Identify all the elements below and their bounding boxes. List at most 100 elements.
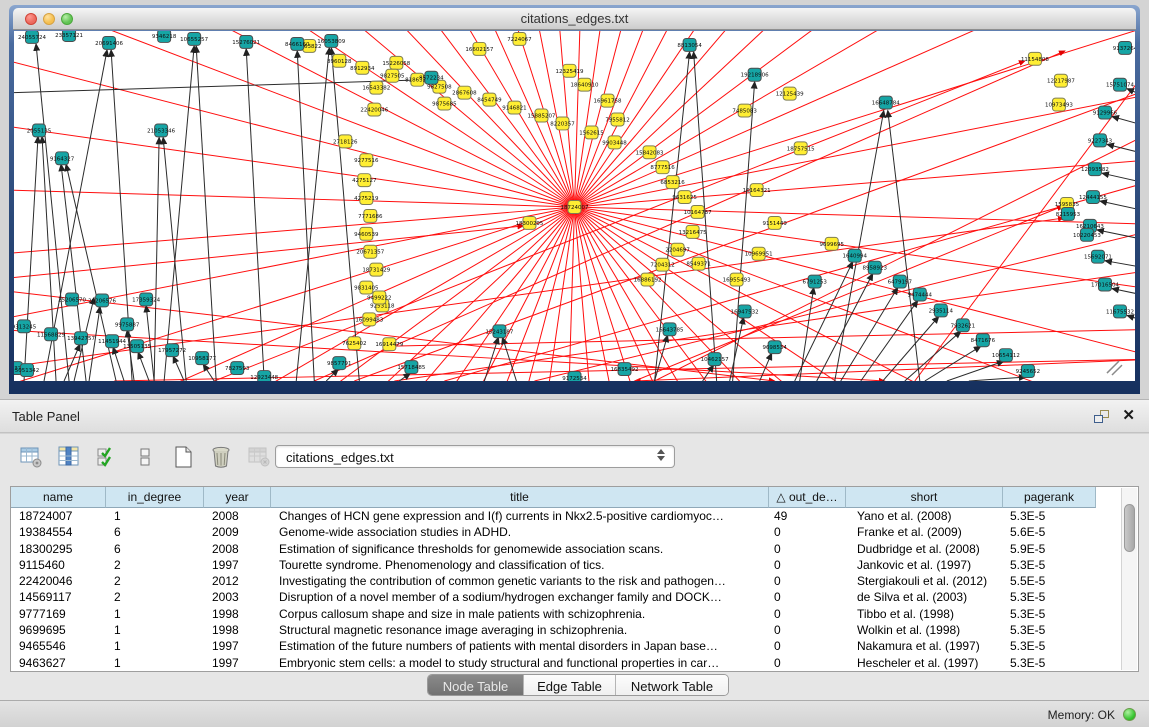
graph-node[interactable]: 19218906	[741, 68, 769, 81]
table-cell[interactable]: 0	[769, 573, 846, 589]
graph-node[interactable]: 10654112	[992, 349, 1020, 362]
table-select-dropdown[interactable]: citations_edges.txt	[275, 445, 675, 468]
graph-node[interactable]: 10655257	[180, 32, 208, 45]
table-cell[interactable]: 5.3E-5	[1003, 638, 1096, 654]
graph-node[interactable]: 6791253	[802, 275, 827, 288]
table-cell[interactable]: Embryonic stem cells: a model to study s…	[271, 655, 769, 671]
column-header-in-degree[interactable]: in_degree	[106, 487, 204, 508]
table-cell[interactable]: 0	[769, 589, 846, 605]
memory-ok-indicator[interactable]	[1123, 708, 1136, 721]
vertical-scrollbar[interactable]	[1121, 488, 1137, 670]
table-cell[interactable]: 1	[106, 606, 204, 622]
table-cell[interactable]: 0	[769, 557, 846, 573]
table-cell[interactable]: 1997	[204, 557, 271, 573]
table-cell[interactable]: 49	[769, 508, 846, 524]
graph-node[interactable]: 9699695	[820, 237, 844, 250]
graph-node[interactable]: 6853216	[660, 176, 685, 189]
table-row[interactable]: 1872400712008Changes of HCN gene express…	[11, 508, 1120, 524]
table-row[interactable]: 2242004622012Investigating the contribut…	[11, 573, 1120, 589]
graph-node[interactable]: 10462157	[701, 353, 729, 366]
graph-node[interactable]: 7827593	[225, 362, 250, 375]
graph-node[interactable]: 18731429	[362, 263, 390, 276]
tab-edge-table[interactable]: Edge Table	[524, 675, 616, 696]
graph-node[interactable]: 8471676	[971, 334, 996, 347]
apply-checks-icon[interactable]	[94, 444, 120, 470]
table-row[interactable]: 1830029562008Estimation of significance …	[11, 541, 1120, 557]
table-cell[interactable]: 5.3E-5	[1003, 589, 1096, 605]
table-cell[interactable]: Jankovic et al. (1997)	[846, 557, 1003, 573]
table-cell[interactable]: de Silva et al. (2003)	[846, 589, 1003, 605]
table-cell[interactable]: 19384554	[11, 524, 106, 540]
tab-node-table[interactable]: Node Table	[428, 675, 524, 696]
table-cell[interactable]: 1998	[204, 606, 271, 622]
graph-node[interactable]: 16955493	[723, 273, 751, 286]
graph-node[interactable]: 9975887	[115, 318, 140, 331]
graph-node[interactable]: 11568829	[37, 328, 65, 341]
table-cell[interactable]: 18724007	[11, 508, 106, 524]
graph-node[interactable]: 12125439	[776, 87, 804, 100]
table-cell[interactable]: 1	[106, 638, 204, 654]
graph-node[interactable]: 12217987	[1047, 74, 1075, 87]
table-cell[interactable]: 1	[106, 655, 204, 671]
table-cell[interactable]: Changes of HCN gene expression and I(f) …	[271, 508, 769, 524]
column-select-icon[interactable]	[56, 444, 82, 470]
table-cell[interactable]: 0	[769, 524, 846, 540]
table-row[interactable]: 969969511998Structural magnetic resonanc…	[11, 622, 1120, 638]
graph-node[interactable]: 7625402	[342, 337, 366, 350]
graph-node[interactable]: 9151449	[762, 216, 787, 229]
table-cell[interactable]: 2008	[204, 541, 271, 557]
table-cell[interactable]: 5.3E-5	[1003, 622, 1096, 638]
graph-node[interactable]: 15276021	[232, 35, 260, 48]
graph-node[interactable]: 10969951	[745, 247, 773, 260]
graph-node[interactable]: 12325419	[556, 64, 584, 77]
table-cell[interactable]: 0	[769, 638, 846, 654]
table-cell[interactable]: 6	[106, 524, 204, 540]
network-canvas[interactable]: 9463822896012889129341522605898275058186…	[14, 31, 1135, 381]
graph-node[interactable]: 7932621	[951, 319, 975, 332]
table-cell[interactable]: 5.3E-5	[1003, 655, 1096, 671]
graph-node[interactable]: 7485083	[732, 104, 757, 117]
table-cell[interactable]: Genome-wide association studies in ADHD.	[271, 524, 769, 540]
table-cell[interactable]: Tibbo et al. (1998)	[846, 606, 1003, 622]
column-header-out-degree[interactable]: △ out_de…	[769, 487, 846, 508]
table-row[interactable]: 1456911722003Disruption of a novel membe…	[11, 589, 1120, 605]
table-cell[interactable]: 5.5E-5	[1003, 573, 1096, 589]
graph-node[interactable]: 20691406	[95, 36, 123, 49]
graph-node[interactable]: 16947532	[731, 305, 759, 318]
graph-node[interactable]: 2867608	[452, 86, 477, 99]
table-cell[interactable]: Estimation of significance thresholds fo…	[271, 541, 769, 557]
table-cell[interactable]: 1997	[204, 655, 271, 671]
graph-node[interactable]: 9245652	[1016, 365, 1040, 378]
column-header-short[interactable]: short	[846, 487, 1003, 508]
graph-node[interactable]: 18640910	[571, 78, 599, 91]
graph-node[interactable]: 8454749	[477, 93, 502, 106]
table-row[interactable]: 946554611997Estimation of the future num…	[11, 638, 1120, 654]
graph-node[interactable]: 9313245	[14, 320, 36, 333]
stacked-rows-icon[interactable]	[132, 444, 158, 470]
graph-node[interactable]: 16053809	[317, 34, 345, 47]
graph-node[interactable]: 11154808	[1021, 52, 1049, 65]
table-cell[interactable]: 0	[769, 655, 846, 671]
graph-node[interactable]: 9164327	[50, 152, 75, 165]
table-cell[interactable]: 6	[106, 541, 204, 557]
table-cell[interactable]: 5.3E-5	[1003, 557, 1096, 573]
table-cell[interactable]: Stergiakouli et al. (2012)	[846, 573, 1003, 589]
table-cell[interactable]: Structural magnetic resonance image aver…	[271, 622, 769, 638]
table-cell[interactable]: 5.6E-5	[1003, 524, 1096, 540]
resize-grip[interactable]	[1107, 361, 1122, 375]
graph-node[interactable]: 1640994	[843, 249, 868, 262]
table-cell[interactable]: 2	[106, 589, 204, 605]
table-cell[interactable]: 22420046	[11, 573, 106, 589]
graph-node[interactable]: 1562615	[579, 126, 603, 139]
graph-node[interactable]: 23357121	[55, 31, 83, 41]
table-cell[interactable]: Wolkin et al. (1998)	[846, 622, 1003, 638]
table-row[interactable]: 911546021997Tourette syndrome. Phenomeno…	[11, 557, 1120, 573]
graph-node[interactable]: 9137264	[1113, 41, 1135, 54]
graph-node[interactable]: 15751074	[1106, 78, 1134, 91]
table-cell[interactable]: Corpus callosum shape and size in male p…	[271, 606, 769, 622]
table-cell[interactable]: 14569117	[11, 589, 106, 605]
graph-node[interactable]: 22420046	[360, 103, 388, 116]
graph-node[interactable]: 7771686	[358, 209, 383, 222]
table-cell[interactable]: 0	[769, 541, 846, 557]
table-cell[interactable]: 1	[106, 622, 204, 638]
